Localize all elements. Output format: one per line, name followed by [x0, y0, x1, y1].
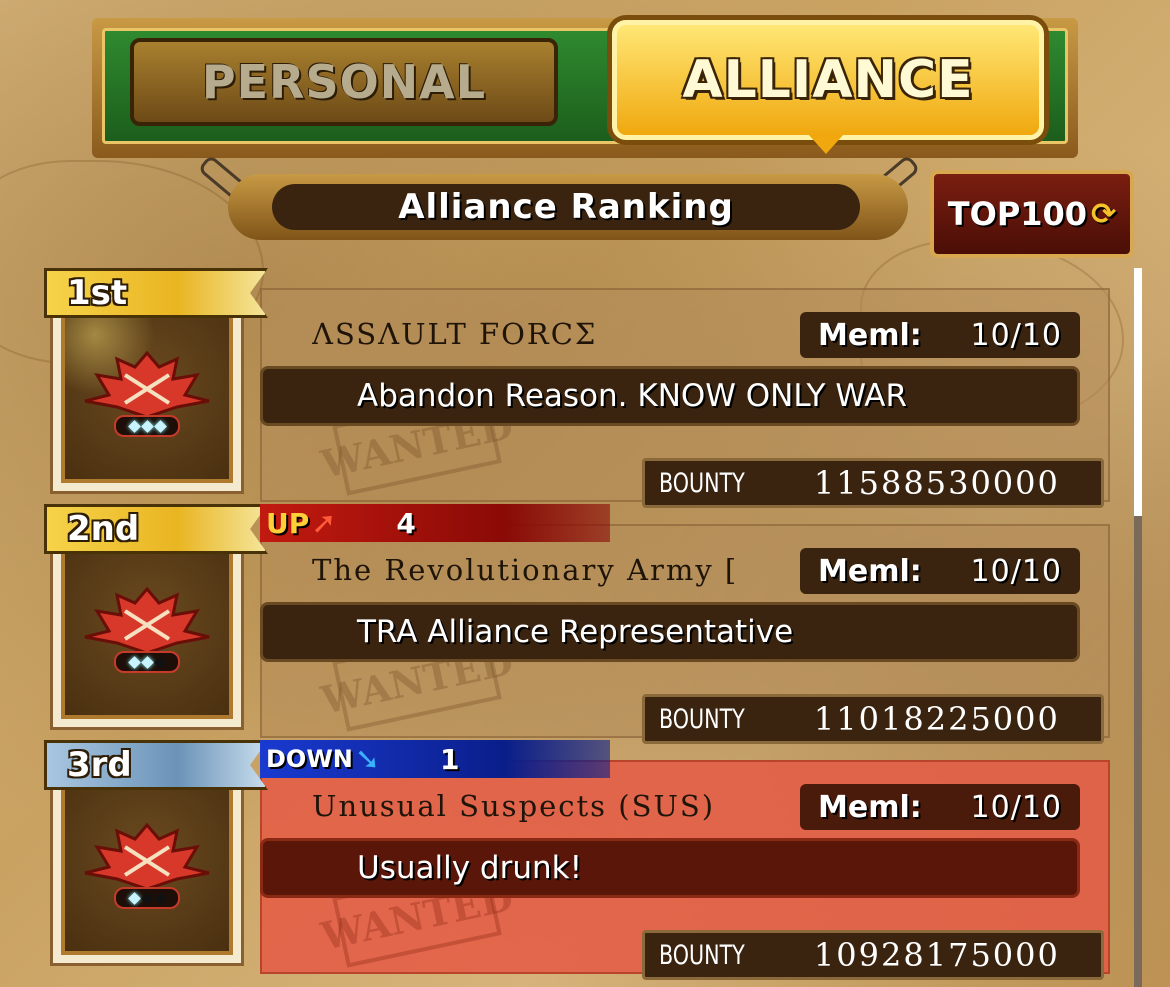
member-label: Meml:	[818, 553, 922, 589]
top100-label: TOP100	[947, 195, 1088, 233]
move-count: 4	[396, 506, 416, 540]
bounty-value: 11018225000	[813, 700, 1060, 738]
rank-badge: 1st	[44, 268, 268, 318]
move-count: 1	[440, 742, 460, 776]
tab-personal[interactable]: PERSONAL	[130, 38, 558, 126]
star-rating	[114, 887, 180, 909]
alliance-motto: Usually drunk!	[260, 838, 1080, 898]
arrow-down-icon: ➘	[354, 741, 381, 777]
arrow-up-icon: ➚	[311, 505, 337, 541]
member-count: Meml: 10/10	[800, 312, 1080, 358]
alliance-name: The Revolutionary Army [	[312, 553, 739, 587]
bounty-box: BOUNTY 10928175000	[642, 930, 1104, 980]
bounty-label: BOUNTY	[659, 703, 745, 735]
bounty-value: 10928175000	[813, 936, 1060, 974]
alliance-emblem	[50, 526, 244, 730]
crest-icon	[84, 350, 210, 419]
member-label: Meml:	[818, 317, 922, 353]
alliance-motto: Abandon Reason. KNOW ONLY WAR	[260, 366, 1080, 426]
move-direction: UP	[266, 506, 310, 540]
ranking-entry-3[interactable]: WANTED 3rd DOWN ➘ 1 Unusual Suspects (SU…	[44, 740, 1110, 980]
active-tab-pointer	[808, 134, 844, 154]
crest-icon	[84, 586, 210, 655]
alliance-name: ΛSSΛULT FORCΣ	[312, 317, 598, 351]
rank-change-down: DOWN ➘ 1	[260, 740, 610, 778]
tab-alliance[interactable]: ALLIANCE	[612, 20, 1044, 140]
member-value: 10/10	[970, 789, 1062, 825]
alliance-emblem	[50, 762, 244, 966]
bounty-label: BOUNTY	[659, 939, 745, 971]
member-count: Meml: 10/10	[800, 784, 1080, 830]
move-direction: DOWN	[266, 745, 353, 773]
scrollbar-thumb[interactable]	[1134, 268, 1142, 516]
top100-button[interactable]: TOP100 ⟳	[930, 170, 1134, 258]
bounty-value: 11588530000	[813, 464, 1060, 502]
alliance-name: Unusual Suspects (SUS)	[312, 789, 716, 823]
member-label: Meml:	[818, 789, 922, 825]
ranking-entry-2[interactable]: WANTED 2nd UP ➚ 4 The Revolutionary Army…	[44, 504, 1110, 744]
member-value: 10/10	[970, 553, 1062, 589]
bounty-box: BOUNTY 11588530000	[642, 458, 1104, 508]
refresh-icon: ⟳	[1091, 196, 1117, 232]
star-rating	[114, 415, 180, 437]
crest-icon	[84, 822, 210, 891]
alliance-motto: TRA Alliance Representative	[260, 602, 1080, 662]
ranking-title: Alliance Ranking	[272, 184, 860, 230]
member-count: Meml: 10/10	[800, 548, 1080, 594]
rank-change-up: UP ➚ 4	[260, 504, 610, 542]
bounty-label: BOUNTY	[659, 467, 745, 499]
rank-badge: 3rd	[44, 740, 268, 790]
star-rating	[114, 651, 180, 673]
ranking-entry-1[interactable]: WANTED 1st ΛSSΛULT FORCΣ Meml: 10/10 Aba…	[44, 268, 1110, 508]
alliance-emblem	[50, 290, 244, 494]
member-value: 10/10	[970, 317, 1062, 353]
rank-badge: 2nd	[44, 504, 268, 554]
bounty-box: BOUNTY 11018225000	[642, 694, 1104, 744]
